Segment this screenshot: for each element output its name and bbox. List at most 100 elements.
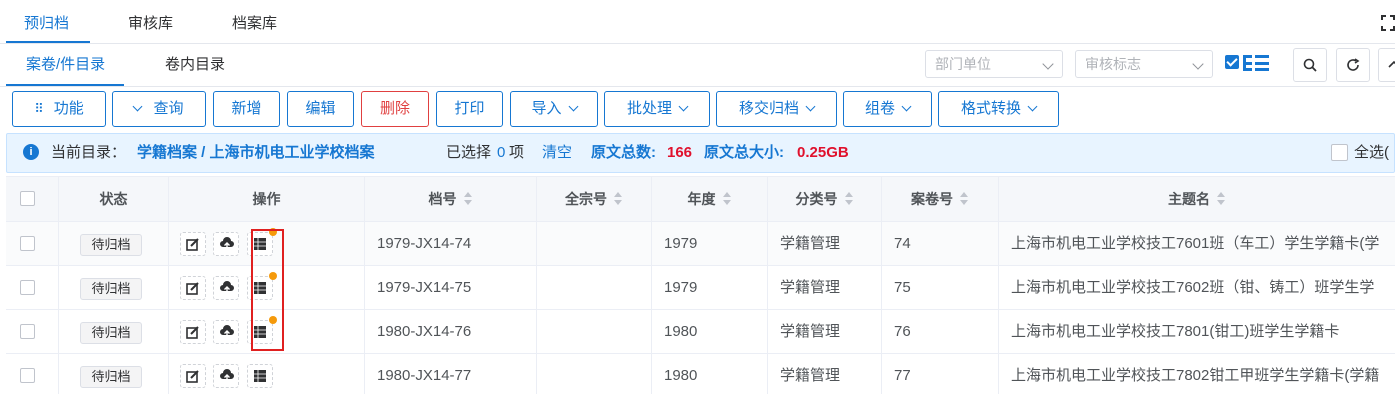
- status-badge: 待归档: [80, 278, 142, 300]
- select-all-checkbox[interactable]: [1331, 144, 1348, 161]
- table-row[interactable]: 待归档 1980-JX14-77 1980 学籍管理 77 上海市机电工业学校技工7802…: [6, 354, 1395, 394]
- add-button[interactable]: 新增: [213, 91, 280, 127]
- cloud-upload-icon: [220, 369, 234, 382]
- status-badge: 待归档: [80, 234, 142, 256]
- sub-tab-bar: 案卷/件目录 卷内目录 部门单位 审核标志: [0, 44, 1395, 87]
- selected-count: 0: [497, 144, 506, 161]
- sort-icon[interactable]: [613, 192, 623, 206]
- action-toolbar: ⠿ 功能 查询 新增 编辑 删除 打印 导入 批处理 移交归档 组卷 格式转换: [0, 87, 1395, 131]
- tree-list-icon[interactable]: [1243, 54, 1269, 72]
- info-icon: i: [23, 144, 39, 160]
- upload-button[interactable]: [213, 276, 239, 300]
- department-select-placeholder: 部门单位: [935, 56, 991, 72]
- transfer-archive-dropdown[interactable]: 移交归档: [716, 91, 837, 127]
- cell-title: 上海市机电工业学校技工7802钳工甲班学生学籍卡(学籍: [998, 354, 1395, 394]
- sort-icon[interactable]: [463, 192, 473, 206]
- group-volume-dropdown-label: 组卷: [864, 100, 895, 117]
- format-convert-dropdown[interactable]: 格式转换: [938, 91, 1059, 127]
- edit-record-button[interactable]: [180, 232, 206, 256]
- header-fonds-no-label: 全宗号: [565, 191, 607, 207]
- tab-pre-archive[interactable]: 预归档: [24, 0, 69, 43]
- edit-record-button[interactable]: [180, 364, 206, 388]
- cell-file-no: 75: [881, 266, 998, 309]
- department-select[interactable]: 部门单位: [925, 50, 1063, 78]
- total-size-label: 原文总大小:: [704, 144, 784, 161]
- sort-icon[interactable]: [844, 192, 854, 206]
- group-volume-dropdown[interactable]: 组卷: [843, 91, 932, 127]
- tab-archive-library[interactable]: 档案库: [232, 0, 277, 43]
- sort-icon[interactable]: [1216, 192, 1226, 206]
- cell-year: 1980: [651, 310, 767, 353]
- tab-review-library[interactable]: 审核库: [128, 0, 173, 43]
- table-row[interactable]: 待归档 1979-JX14-75 1979 学籍管理 75 上海市机电工业学校技工7602…: [6, 266, 1395, 310]
- chevron-down-icon: [901, 101, 912, 112]
- import-dropdown-label: 导入: [531, 100, 562, 117]
- row-checkbox[interactable]: [20, 324, 35, 339]
- search-button[interactable]: [1293, 48, 1327, 82]
- cell-class-no: 学籍管理: [767, 222, 881, 265]
- clear-selection-link[interactable]: 清空: [542, 134, 572, 172]
- upload-button[interactable]: [213, 364, 239, 388]
- cell-class-no: 学籍管理: [767, 354, 881, 394]
- tab-file-directory[interactable]: 案卷/件目录: [26, 44, 105, 86]
- upload-button[interactable]: [213, 232, 239, 256]
- cell-select: [6, 222, 58, 265]
- tab-inner-directory[interactable]: 卷内目录: [165, 44, 225, 86]
- query-button[interactable]: 查询: [112, 91, 206, 127]
- table-row[interactable]: 待归档 1979-JX14-74 1979 学籍管理 74 上海市机电工业学校技工7601…: [6, 222, 1395, 266]
- format-convert-dropdown-label: 格式转换: [960, 100, 1021, 117]
- cloud-upload-icon: [220, 237, 234, 250]
- cell-file-no: 76: [881, 310, 998, 353]
- function-button[interactable]: ⠿ 功能: [12, 91, 106, 127]
- cell-year: 1980: [651, 354, 767, 394]
- header-checkbox[interactable]: [20, 191, 35, 206]
- grid-icon: ⠿: [34, 101, 44, 116]
- cell-file-no: 74: [881, 222, 998, 265]
- highlight-box: [251, 229, 284, 351]
- header-title[interactable]: 主题名: [998, 177, 1395, 221]
- table-header: 状态 操作 档号 全宗号 年度 分类号 案卷号 主题名: [6, 176, 1395, 222]
- audit-flag-select[interactable]: 审核标志: [1075, 50, 1213, 78]
- cell-class-no: 学籍管理: [767, 266, 881, 309]
- header-title-label: 主题名: [1168, 191, 1210, 207]
- active-subtab-indicator: [6, 84, 124, 86]
- chevron-down-icon: [568, 101, 578, 112]
- print-button[interactable]: 打印: [436, 91, 503, 127]
- cell-title: 上海市机电工业学校技工7801(钳工)班学生学籍卡: [998, 310, 1395, 353]
- refresh-button[interactable]: [1336, 48, 1370, 82]
- cell-doc-no: 1980-JX14-76: [364, 310, 536, 353]
- current-dir-path[interactable]: 学籍档案 / 上海市机电工业学校档案: [137, 134, 375, 172]
- table-row[interactable]: 待归档 1980-JX14-76 1980 学籍管理 76 上海市机电工业学校技工7801…: [6, 310, 1395, 354]
- selected-suffix: 项: [509, 144, 525, 161]
- fullscreen-icon[interactable]: [1381, 14, 1395, 32]
- row-checkbox[interactable]: [20, 368, 35, 383]
- collapse-button[interactable]: [1378, 48, 1395, 82]
- header-select-cell: [6, 177, 58, 221]
- header-class-no[interactable]: 分类号: [767, 177, 881, 221]
- edit-button[interactable]: 编辑: [287, 91, 354, 127]
- cell-fonds-no: [536, 310, 651, 353]
- sort-icon[interactable]: [959, 192, 969, 206]
- batch-dropdown[interactable]: 批处理: [604, 91, 710, 127]
- edit-record-button[interactable]: [180, 276, 206, 300]
- edit-record-button[interactable]: [180, 320, 206, 344]
- chevron-down-icon: [678, 101, 689, 112]
- cell-fonds-no: [536, 222, 651, 265]
- header-year[interactable]: 年度: [651, 177, 767, 221]
- selected-prefix: 已选择: [446, 144, 492, 161]
- row-checkbox[interactable]: [20, 280, 35, 295]
- import-dropdown[interactable]: 导入: [510, 91, 598, 127]
- status-badge: 待归档: [80, 366, 142, 388]
- row-checkbox[interactable]: [20, 236, 35, 251]
- header-file-no[interactable]: 案卷号: [881, 177, 998, 221]
- view-original-button[interactable]: [247, 364, 273, 388]
- header-doc-no[interactable]: 档号: [364, 177, 536, 221]
- search-icon: [1303, 58, 1317, 72]
- sort-icon[interactable]: [722, 192, 732, 206]
- tree-toggle-checkbox[interactable]: [1225, 55, 1239, 69]
- header-fonds-no[interactable]: 全宗号: [536, 177, 651, 221]
- total-size-value: 0.25GB: [797, 144, 849, 161]
- delete-button[interactable]: 删除: [361, 91, 429, 127]
- upload-button[interactable]: [213, 320, 239, 344]
- top-tab-bar: 预归档 审核库 档案库: [0, 0, 1395, 44]
